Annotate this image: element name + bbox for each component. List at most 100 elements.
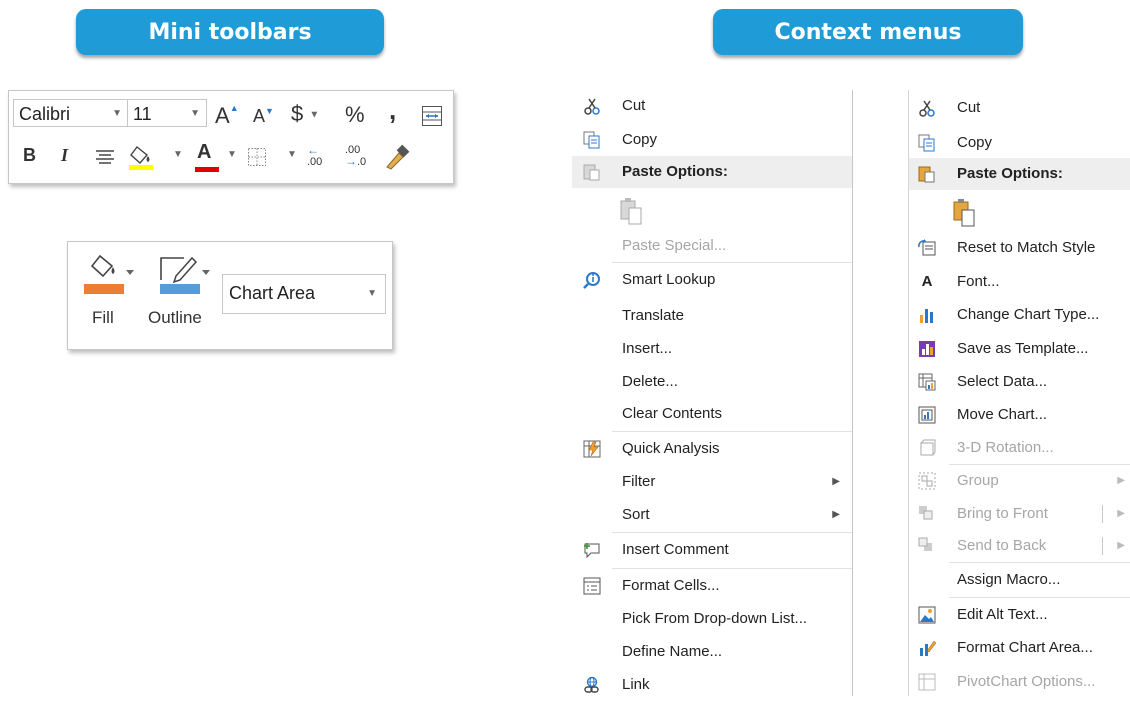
paste-icon	[951, 198, 979, 228]
menu-item-pick-from-list[interactable]: Pick From Drop-down List...	[572, 603, 852, 635]
menu-item-cut[interactable]: Cut	[572, 90, 852, 122]
menu-item-filter[interactable]: Filter ▶	[572, 466, 852, 498]
chart-type-icon	[917, 305, 937, 325]
menu-item-paste-special[interactable]: Paste Special...	[572, 230, 852, 262]
paste-option-button[interactable]	[909, 192, 1130, 232]
menu-item-font[interactable]: A Font...	[909, 266, 1130, 298]
align-center-icon	[96, 150, 114, 164]
menu-item-label: Format Chart Area...	[957, 639, 1093, 656]
menu-item-label: Copy	[957, 134, 993, 151]
menu-item-label: Delete...	[622, 373, 678, 390]
bold-button[interactable]: B	[23, 145, 36, 166]
menu-item-group[interactable]: Group ▶	[909, 465, 1130, 497]
pivot-icon	[917, 672, 937, 692]
menu-item-format-cells[interactable]: Format Cells...	[572, 570, 852, 602]
borders-dropdown[interactable]: ▼	[287, 149, 297, 160]
decrease-decimal-label: .0	[357, 156, 367, 168]
menu-item-label: Group	[957, 472, 999, 489]
copy-icon	[582, 130, 602, 150]
menu-item-clear-contents[interactable]: Clear Contents	[572, 398, 852, 430]
paint-bucket-icon	[129, 146, 153, 170]
menu-item-label: Smart Lookup	[622, 271, 716, 288]
chevron-down-icon[interactable]: ▼	[367, 288, 377, 299]
menu-item-delete[interactable]: Delete...	[572, 366, 852, 398]
menu-item-insert[interactable]: Insert...	[572, 333, 852, 365]
menu-item-bring-to-front[interactable]: Bring to Front ▶	[909, 498, 1130, 530]
menu-item-label: Reset to Match Style	[957, 239, 1096, 256]
menu-item-reset-style[interactable]: Reset to Match Style	[909, 232, 1130, 264]
comma-style-button[interactable]: ,	[389, 95, 396, 126]
menu-item-label: Font...	[957, 273, 1000, 290]
borders-icon	[248, 148, 266, 166]
menu-item-smart-lookup[interactable]: Smart Lookup	[572, 264, 852, 296]
fill-button[interactable]: Fill	[82, 252, 134, 340]
font-name-combo[interactable]: Calibri ▼	[13, 99, 129, 127]
font-size-combo[interactable]: 11 ▼	[127, 99, 207, 127]
menu-item-copy[interactable]: Copy	[572, 124, 852, 156]
chart-element-dropdown[interactable]: Chart Area ▼	[222, 274, 386, 314]
italic-button[interactable]: I	[61, 145, 68, 166]
menu-item-assign-macro[interactable]: Assign Macro...	[909, 564, 1130, 596]
font-color-dropdown[interactable]: ▼	[227, 149, 237, 160]
menu-item-select-data[interactable]: Select Data...	[909, 366, 1130, 398]
move-chart-icon	[917, 405, 937, 425]
chevron-down-icon[interactable]: ▼	[309, 110, 319, 121]
menu-item-translate[interactable]: Translate	[572, 300, 852, 332]
select-data-icon	[917, 372, 937, 392]
menu-item-pivotchart-options[interactable]: PivotChart Options...	[909, 666, 1130, 698]
reset-style-icon	[917, 238, 937, 258]
format-cells-icon	[582, 576, 602, 596]
increase-decimal-button[interactable]: ← .00	[307, 144, 322, 168]
outline-button[interactable]: Outline	[148, 252, 218, 340]
menu-item-copy[interactable]: Copy	[909, 127, 1130, 159]
menu-item-link[interactable]: Link	[572, 669, 852, 701]
decrease-decimal-button[interactable]: .00 →.0	[345, 145, 366, 168]
menu-item-edit-alt-text[interactable]: Edit Alt Text...	[909, 599, 1130, 631]
menu-separator	[612, 532, 852, 533]
chevron-down-icon[interactable]: ▼	[112, 100, 122, 128]
align-center-button[interactable]	[95, 149, 115, 165]
font-color-swatch	[195, 167, 219, 172]
menu-item-cut[interactable]: Cut	[909, 92, 1130, 124]
menu-item-move-chart[interactable]: Move Chart...	[909, 399, 1130, 431]
paste-icon	[917, 164, 937, 184]
menu-item-label: Change Chart Type...	[957, 306, 1100, 323]
currency-format-button[interactable]: $ ▼	[291, 101, 319, 127]
fill-label: Fill	[92, 308, 114, 327]
outline-color-swatch	[160, 284, 200, 294]
fill-color-dropdown[interactable]: ▼	[173, 149, 183, 160]
split-divider	[1102, 505, 1103, 523]
menu-item-send-to-back[interactable]: Send to Back ▶	[909, 530, 1130, 562]
menu-item-3d-rotation[interactable]: 3-D Rotation...	[909, 432, 1130, 464]
cell-mini-toolbar: Calibri ▼ 11 ▼ A▲ A▼ $ ▼ % , B I ▼ A ▼ ▼…	[8, 90, 454, 184]
menu-item-change-chart-type[interactable]: Change Chart Type...	[909, 299, 1130, 331]
menu-item-save-template[interactable]: Save as Template...	[909, 333, 1130, 365]
format-cells-button[interactable]	[421, 105, 443, 127]
format-painter-button[interactable]	[381, 143, 411, 171]
menu-item-label: Paste Options:	[957, 165, 1063, 182]
menu-item-label: Sort	[622, 506, 650, 523]
menu-item-quick-analysis[interactable]: Quick Analysis	[572, 433, 852, 465]
font-color-button[interactable]: A	[195, 141, 219, 172]
increase-font-size-button[interactable]: A▲	[215, 103, 239, 129]
submenu-arrow-icon: ▶	[832, 509, 840, 520]
format-painter-icon	[386, 144, 410, 170]
paste-options-header: Paste Options:	[909, 158, 1130, 190]
menu-item-label: Copy	[622, 131, 658, 148]
decrease-font-size-button[interactable]: A▼	[253, 106, 274, 127]
menu-item-sort[interactable]: Sort ▶	[572, 499, 852, 531]
menu-item-define-name[interactable]: Define Name...	[572, 636, 852, 668]
quick-analysis-icon	[582, 439, 602, 459]
chevron-down-icon[interactable]: ▼	[190, 100, 200, 128]
fill-color-button[interactable]	[129, 143, 159, 171]
paste-icon	[618, 198, 646, 226]
link-icon	[582, 675, 602, 695]
menu-separator	[949, 562, 1130, 563]
borders-button[interactable]	[247, 147, 267, 167]
template-icon	[917, 339, 937, 359]
menu-item-format-chart-area[interactable]: Format Chart Area...	[909, 632, 1130, 664]
percent-style-button[interactable]: %	[345, 102, 365, 128]
paste-option-button[interactable]	[572, 192, 852, 230]
rotation-icon	[917, 438, 937, 458]
menu-item-insert-comment[interactable]: Insert Comment	[572, 534, 852, 566]
